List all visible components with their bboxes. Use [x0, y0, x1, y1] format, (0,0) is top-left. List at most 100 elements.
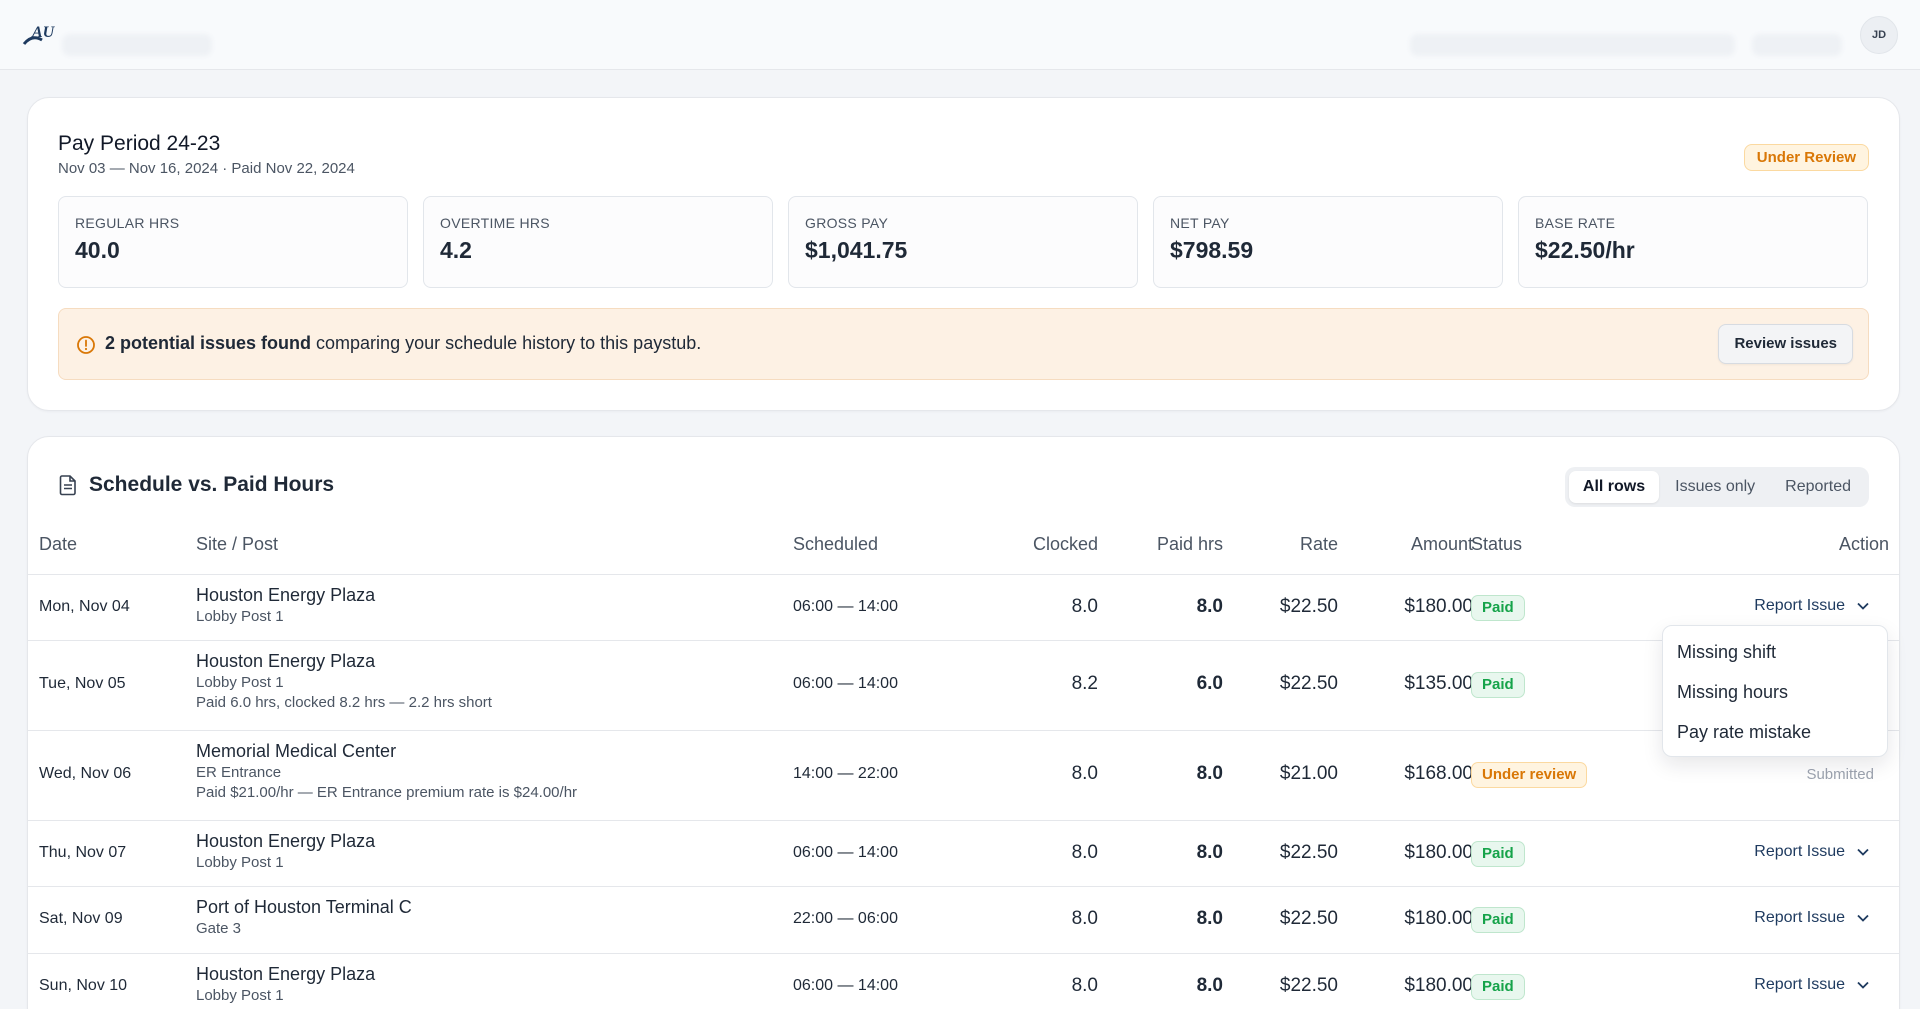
- row-scheduled: 06:00 — 14:00: [793, 844, 898, 861]
- stats-row: REGULAR HRS 40.0 OVERTIME HRS 4.2 GROSS …: [58, 196, 1868, 288]
- alert-message-bold: 2 potential issues found: [105, 333, 312, 353]
- row-rate: $22.50: [1279, 975, 1338, 996]
- row-scheduled: 06:00 — 14:00: [793, 675, 898, 692]
- stat-value: 40.0: [75, 237, 120, 263]
- row-amount: $168.00: [1404, 763, 1473, 784]
- row-status: Paid: [1471, 974, 1525, 1000]
- row-site: Houston Energy Plaza Lobby Post 1: [196, 585, 375, 625]
- submitted-label: Submitted: [1806, 766, 1874, 783]
- stat-label: REGULAR HRS: [75, 215, 180, 231]
- status-badge: Under Review: [1743, 144, 1869, 171]
- filter-all-rows[interactable]: All rows: [1568, 471, 1660, 503]
- report-issue-dropdown: Missing shift Missing hours Pay rate mis…: [1662, 625, 1888, 757]
- menu-item-pay-rate-mistake[interactable]: Pay rate mistake: [1677, 722, 1811, 743]
- report-issue-button[interactable]: Report Issue: [1754, 976, 1869, 994]
- row-scheduled: 22:00 — 06:00: [793, 910, 898, 927]
- status-badge: Under review: [1471, 762, 1588, 788]
- site-name: Houston Energy Plaza: [196, 585, 376, 605]
- site-post: ER Entrance: [196, 764, 282, 781]
- row-site: Memorial Medical Center ER Entrance Paid…: [196, 741, 577, 801]
- report-issue-label: Report Issue: [1754, 976, 1845, 993]
- review-issues-button[interactable]: Review issues: [1718, 324, 1853, 364]
- filter-issues-only[interactable]: Issues only: [1661, 471, 1769, 503]
- row-clocked: 8.0: [1071, 596, 1098, 617]
- filter-reported[interactable]: Reported: [1771, 471, 1865, 503]
- column-date: Date: [39, 534, 78, 554]
- site-post: Lobby Post 1: [196, 674, 284, 691]
- pay-period-title: Pay Period 24-23: [58, 132, 221, 155]
- stat-net-pay: NET PAY $798.59: [1153, 196, 1503, 288]
- table-header: Date Site / Post Scheduled Clocked Paid …: [28, 533, 1899, 575]
- row-status: Paid: [1471, 841, 1525, 867]
- filter-segmented-control: All rows Issues only Reported: [1564, 467, 1869, 507]
- stat-label: OVERTIME HRS: [440, 215, 550, 231]
- company-logo[interactable]: AU: [22, 20, 60, 50]
- chevron-down-icon: [1857, 914, 1869, 922]
- row-paid-hrs: 6.0: [1196, 673, 1223, 694]
- column-site: Site / Post: [196, 534, 279, 554]
- row-paid-hrs: 8.0: [1196, 908, 1223, 929]
- discrepancy-note: Paid $21.00/hr — ER Entrance premium rat…: [196, 784, 578, 801]
- row-site: Port of Houston Terminal C Gate 3: [196, 897, 412, 937]
- site-name: Houston Energy Plaza: [196, 964, 376, 984]
- row-amount: $180.00: [1404, 596, 1473, 617]
- table-row: Sat, Nov 09 Port of Houston Terminal C G…: [28, 887, 1899, 954]
- row-date: Sun, Nov 10: [39, 977, 128, 994]
- column-paid-hrs: Paid hrs: [1156, 534, 1223, 554]
- stat-value: $1,041.75: [805, 237, 908, 263]
- status-badge: Paid: [1471, 672, 1525, 698]
- chevron-down-icon: [1857, 981, 1869, 989]
- site-post: Gate 3: [196, 920, 242, 937]
- column-status: Status: [1471, 534, 1523, 554]
- row-date: Wed, Nov 06: [39, 765, 132, 782]
- row-rate: $22.50: [1279, 842, 1338, 863]
- row-clocked: 8.0: [1071, 842, 1098, 863]
- chevron-down-icon: [1857, 602, 1869, 610]
- row-rate: $22.50: [1279, 908, 1338, 929]
- row-clocked: 8.0: [1071, 908, 1098, 929]
- status-badge: Paid: [1471, 595, 1525, 621]
- stat-value: $22.50/hr: [1535, 237, 1635, 263]
- pay-period-dates: Nov 03 — Nov 16, 2024 · Paid Nov 22, 202…: [58, 160, 355, 177]
- table-row: Mon, Nov 04 Houston Energy Plaza Lobby P…: [28, 575, 1899, 641]
- report-issue-button[interactable]: Report Issue: [1754, 909, 1869, 927]
- chevron-down-icon: [1857, 848, 1869, 856]
- row-clocked: 8.2: [1071, 673, 1098, 694]
- stat-value: $798.59: [1170, 237, 1254, 263]
- row-status: Under review: [1471, 762, 1588, 788]
- site-name: Port of Houston Terminal C: [196, 897, 412, 917]
- menu-item-missing-shift[interactable]: Missing shift: [1677, 642, 1776, 663]
- schedule-card: Schedule vs. Paid Hours All rows Issues …: [27, 436, 1900, 1009]
- status-badge: Paid: [1471, 974, 1525, 1000]
- report-issue-button[interactable]: Report Issue: [1754, 843, 1869, 861]
- row-amount: $135.00: [1404, 673, 1473, 694]
- row-site: Houston Energy Plaza Lobby Post 1 Paid 6…: [196, 651, 492, 711]
- site-post: Lobby Post 1: [196, 608, 284, 625]
- row-scheduled: 14:00 — 22:00: [793, 765, 898, 782]
- column-scheduled: Scheduled: [793, 534, 879, 554]
- stat-base-rate: BASE RATE $22.50/hr: [1518, 196, 1868, 288]
- svg-text:AU: AU: [31, 24, 56, 41]
- site-post: Lobby Post 1: [196, 854, 284, 871]
- row-status: Paid: [1471, 595, 1525, 621]
- row-rate: $22.50: [1279, 673, 1338, 694]
- report-issue-button[interactable]: Report Issue: [1754, 597, 1869, 615]
- menu-item-missing-hours[interactable]: Missing hours: [1677, 682, 1788, 703]
- column-amount: Amount: [1410, 534, 1473, 554]
- stat-label: BASE RATE: [1535, 215, 1616, 231]
- discrepancy-note: Paid 6.0 hrs, clocked 8.2 hrs — 2.2 hrs …: [196, 694, 492, 711]
- table-row: Thu, Nov 07 Houston Energy Plaza Lobby P…: [28, 821, 1899, 887]
- alert-message-rest: comparing your schedule history to this …: [311, 333, 702, 353]
- user-avatar[interactable]: JD: [1860, 16, 1898, 54]
- blurred-breadcrumb: [62, 34, 212, 56]
- status-badge: Paid: [1471, 841, 1525, 867]
- column-action: Action: [1838, 534, 1889, 554]
- row-paid-hrs: 8.0: [1196, 975, 1223, 996]
- row-clocked: 8.0: [1071, 763, 1098, 784]
- site-post: Lobby Post 1: [196, 987, 284, 1004]
- table-row: Tue, Nov 05 Houston Energy Plaza Lobby P…: [28, 641, 1899, 731]
- row-amount: $180.00: [1404, 842, 1473, 863]
- row-paid-hrs: 8.0: [1196, 842, 1223, 863]
- row-date: Mon, Nov 04: [39, 598, 130, 615]
- row-scheduled: 06:00 — 14:00: [793, 598, 898, 615]
